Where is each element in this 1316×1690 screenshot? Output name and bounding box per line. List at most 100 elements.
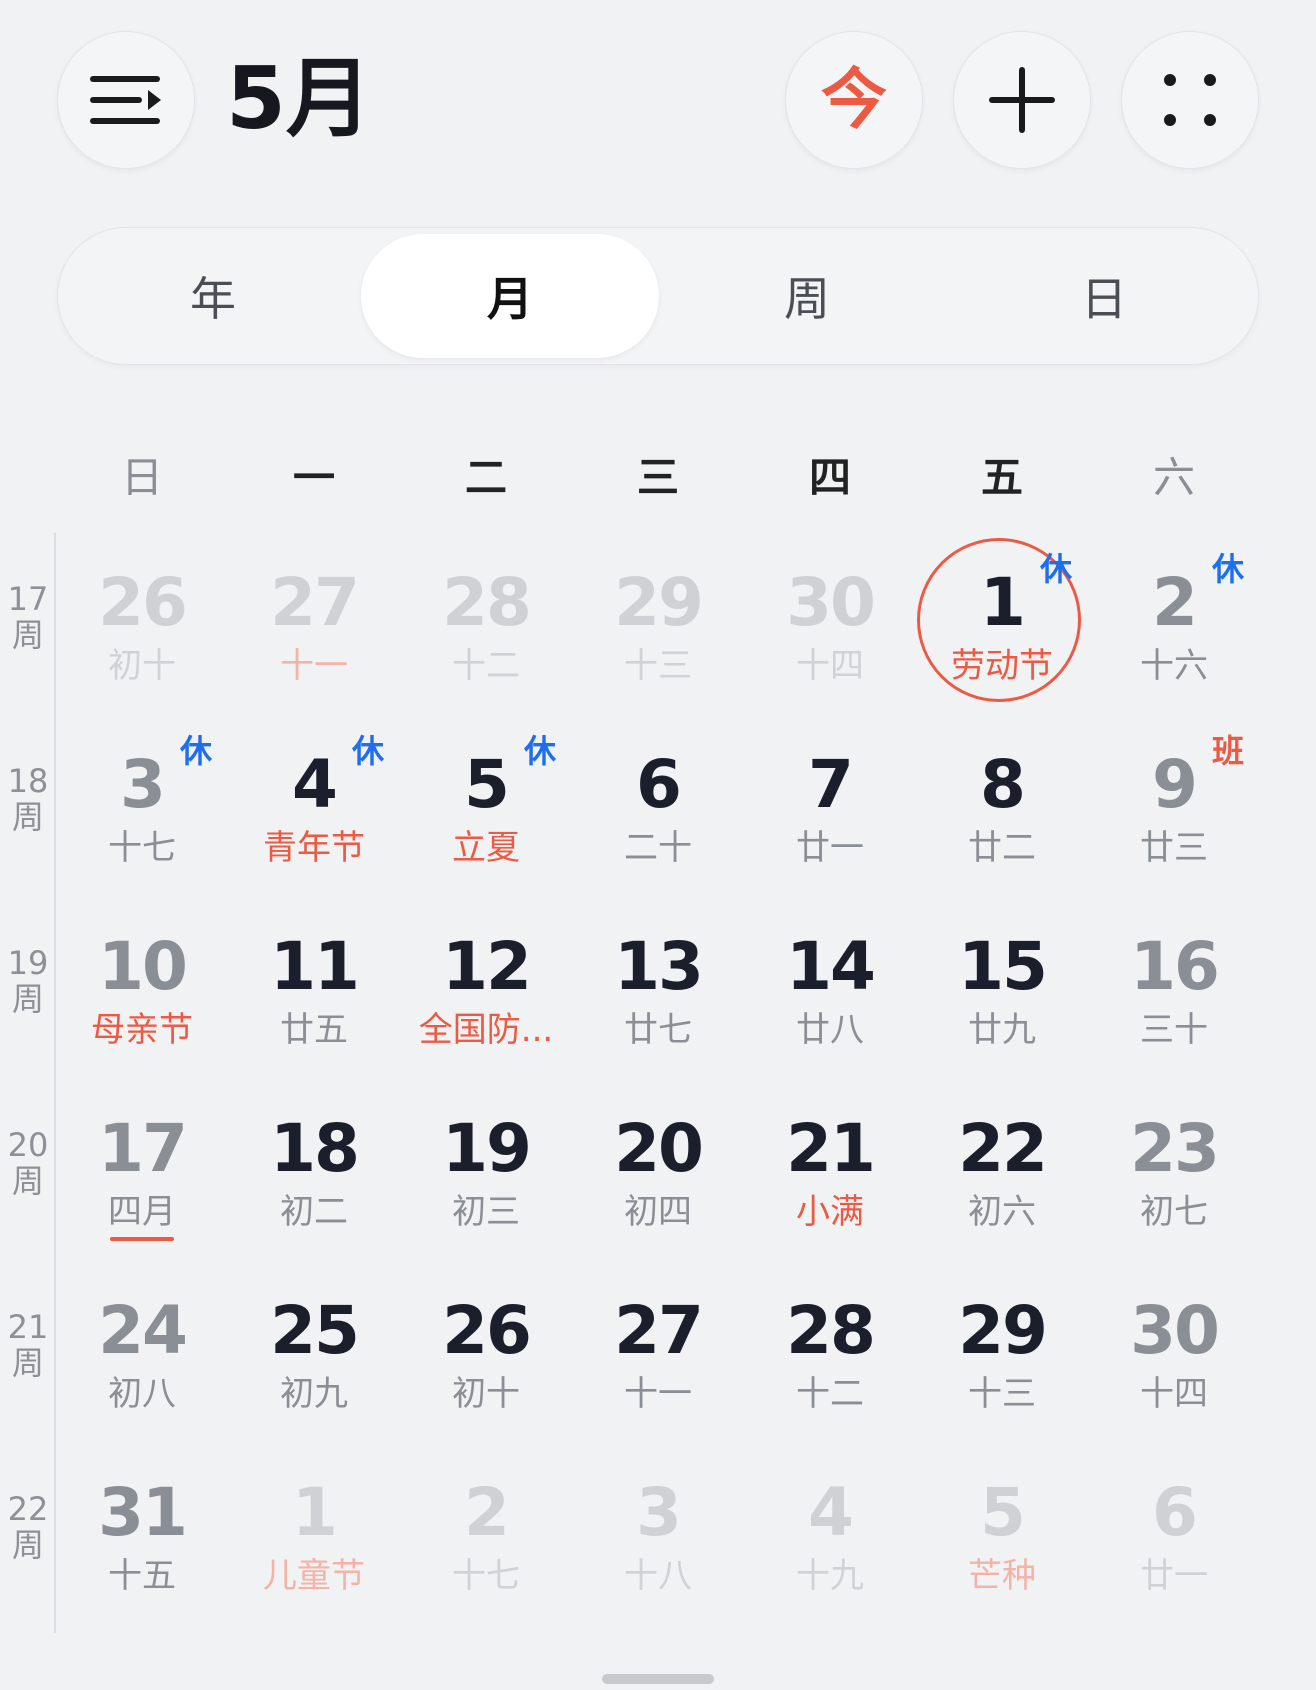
- day-number: 21: [786, 1110, 876, 1187]
- day-cell[interactable]: 28 十二: [744, 1263, 916, 1445]
- day-number: 18: [270, 1110, 360, 1187]
- lunar-or-holiday-label: 儿童节: [263, 1556, 365, 1596]
- day-number: 6: [1152, 1474, 1198, 1551]
- day-cell[interactable]: 27 十一: [228, 535, 400, 717]
- more-options-button[interactable]: [1121, 31, 1259, 169]
- day-cell[interactable]: 12 全国防...: [400, 899, 572, 1081]
- day-cell[interactable]: 1 劳动节休: [916, 535, 1088, 717]
- day-number: 24: [98, 1292, 188, 1369]
- week-number: 22 周: [7, 1490, 49, 1564]
- day-cell[interactable]: 24 初八: [56, 1263, 228, 1445]
- day-cell[interactable]: 28 十二: [400, 535, 572, 717]
- day-cell[interactable]: 4 青年节休: [228, 717, 400, 899]
- holiday-rest-badge: 休: [1040, 550, 1073, 588]
- day-cell[interactable]: 1 儿童节: [228, 1445, 400, 1627]
- lunar-or-holiday-label: 十一: [280, 646, 348, 686]
- menu-drawer-icon: [90, 76, 161, 124]
- day-cell[interactable]: 6 二十: [572, 717, 744, 899]
- holiday-rest-badge: 休: [524, 732, 557, 770]
- day-number: 1: [292, 1474, 338, 1551]
- day-cell[interactable]: 16 三十: [1088, 899, 1260, 1081]
- holiday-rest-badge: 休: [352, 732, 385, 770]
- lunar-or-holiday-label: 十七: [452, 1556, 520, 1596]
- day-cell[interactable]: 3 十七休: [56, 717, 228, 899]
- day-cell[interactable]: 27 十一: [572, 1263, 744, 1445]
- lunar-month-underline: [110, 1237, 174, 1241]
- day-number: 19: [442, 1110, 532, 1187]
- day-number: 28: [442, 564, 532, 641]
- weekday-label: 六: [1152, 453, 1195, 502]
- day-cell[interactable]: 10 母亲节: [56, 899, 228, 1081]
- lunar-or-holiday-label: 立夏: [452, 828, 520, 868]
- tab-month[interactable]: 月: [361, 234, 659, 358]
- day-number: 27: [270, 564, 360, 641]
- day-cell[interactable]: 29 十三: [916, 1263, 1088, 1445]
- lunar-or-holiday-label: 初九: [280, 1374, 348, 1414]
- holiday-rest-badge: 休: [1212, 550, 1245, 588]
- day-cell[interactable]: 2 十七: [400, 1445, 572, 1627]
- day-cell[interactable]: 14 廿八: [744, 899, 916, 1081]
- holiday-rest-badge: 休: [180, 732, 213, 770]
- lunar-or-holiday-label: 全国防...: [418, 1010, 554, 1050]
- day-cell[interactable]: 6 廿一: [1088, 1445, 1260, 1627]
- day-cell[interactable]: 29 十三: [572, 535, 744, 717]
- day-number: 26: [442, 1292, 532, 1369]
- day-cell[interactable]: 19 初三: [400, 1081, 572, 1263]
- day-number: 16: [1130, 928, 1220, 1005]
- plus-icon: [989, 67, 1055, 133]
- weekday-label: 四: [808, 453, 851, 502]
- day-cell[interactable]: 7 廿一: [744, 717, 916, 899]
- lunar-or-holiday-label: 十二: [796, 1374, 864, 1414]
- day-cell[interactable]: 9 廿三班: [1088, 717, 1260, 899]
- day-number: 3: [636, 1474, 682, 1551]
- day-cell[interactable]: 11 廿五: [228, 899, 400, 1081]
- day-cell[interactable]: 5 立夏休: [400, 717, 572, 899]
- day-number: 23: [1130, 1110, 1220, 1187]
- home-indicator: [602, 1674, 714, 1684]
- lunar-or-holiday-label: 十七: [108, 828, 176, 868]
- day-cell[interactable]: 20 初四: [572, 1081, 744, 1263]
- day-number: 25: [270, 1292, 360, 1369]
- day-cell[interactable]: 5 芒种: [916, 1445, 1088, 1627]
- day-cell[interactable]: 30 十四: [744, 535, 916, 717]
- day-cell[interactable]: 4 十九: [744, 1445, 916, 1627]
- menu-button[interactable]: [57, 31, 195, 169]
- lunar-or-holiday-label: 十三: [624, 646, 692, 686]
- lunar-or-holiday-label: 二十: [624, 828, 692, 868]
- weekday-label: 一: [292, 453, 335, 502]
- day-cell[interactable]: 22 初六: [916, 1081, 1088, 1263]
- day-cell[interactable]: 18 初二: [228, 1081, 400, 1263]
- lunar-or-holiday-label: 十四: [796, 646, 864, 686]
- lunar-or-holiday-label: 十五: [108, 1556, 176, 1596]
- tab-week[interactable]: 周: [658, 234, 956, 358]
- day-cell[interactable]: 17 四月: [56, 1081, 228, 1263]
- lunar-or-holiday-label: 三十: [1140, 1010, 1208, 1050]
- tab-day[interactable]: 日: [955, 234, 1253, 358]
- day-cell[interactable]: 3 十八: [572, 1445, 744, 1627]
- tab-year[interactable]: 年: [64, 234, 362, 358]
- week-number: 18 周: [7, 762, 49, 836]
- week-number: 19 周: [7, 944, 49, 1018]
- day-cell[interactable]: 8 廿二: [916, 717, 1088, 899]
- lunar-or-holiday-label: 初三: [452, 1192, 520, 1232]
- day-cell[interactable]: 25 初九: [228, 1263, 400, 1445]
- day-cell[interactable]: 13 廿七: [572, 899, 744, 1081]
- day-cell[interactable]: 30 十四: [1088, 1263, 1260, 1445]
- today-button[interactable]: 今: [785, 31, 923, 169]
- day-cell[interactable]: 2 十六休: [1088, 535, 1260, 717]
- day-number: 15: [958, 928, 1048, 1005]
- day-cell[interactable]: 21 小满: [744, 1081, 916, 1263]
- day-cell[interactable]: 31 十五: [56, 1445, 228, 1627]
- day-number: 7: [808, 746, 854, 823]
- lunar-or-holiday-label: 初七: [1140, 1192, 1208, 1232]
- weekday-label: 三: [636, 453, 679, 502]
- add-event-button[interactable]: [953, 31, 1091, 169]
- day-cell[interactable]: 15 廿九: [916, 899, 1088, 1081]
- day-cell[interactable]: 26 初十: [56, 535, 228, 717]
- lunar-or-holiday-label: 十二: [452, 646, 520, 686]
- day-number: 31: [98, 1474, 188, 1551]
- day-number: 28: [786, 1292, 876, 1369]
- day-cell[interactable]: 26 初十: [400, 1263, 572, 1445]
- day-cell[interactable]: 23 初七: [1088, 1081, 1260, 1263]
- today-label: 今: [821, 61, 887, 138]
